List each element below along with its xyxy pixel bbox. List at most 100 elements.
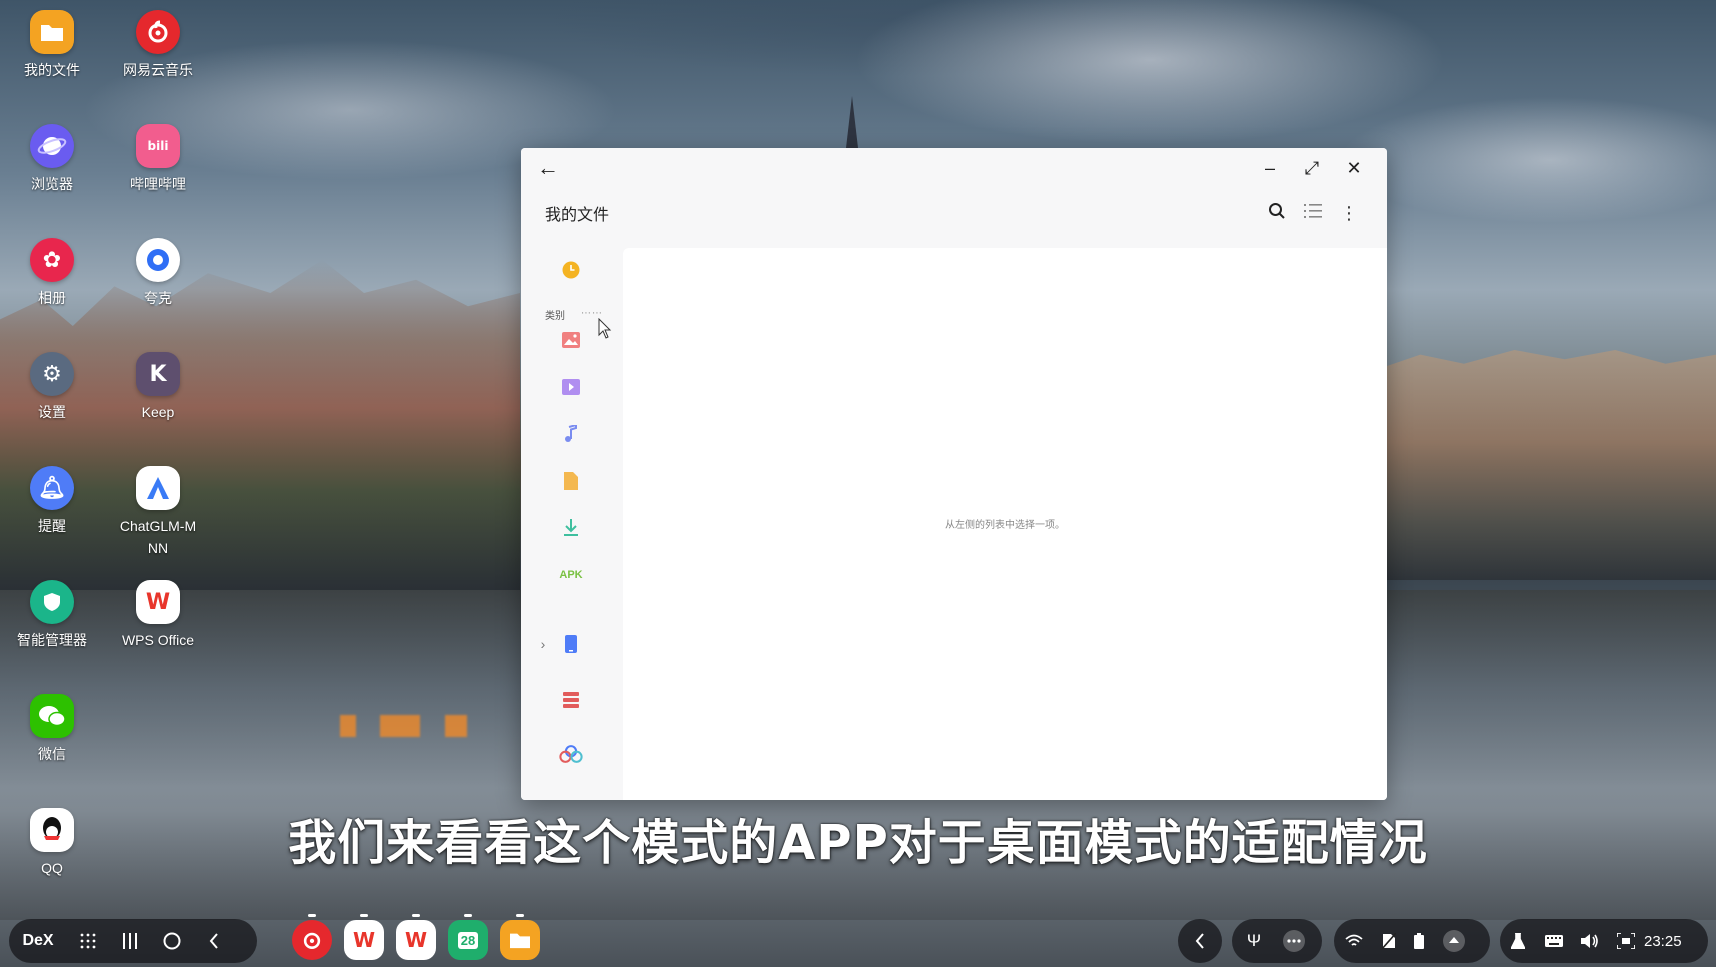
desktop-icon-label: 网易云音乐 (123, 62, 193, 78)
taskbar-nav-pill: DeX (9, 919, 257, 963)
desktop-icon-bilibili[interactable]: bili 哔哩哔哩 (108, 124, 208, 195)
clock[interactable]: 23:25 (1644, 933, 1682, 950)
running-indicator (464, 914, 472, 917)
desktop-icon-quark[interactable]: 夸克 (108, 238, 208, 309)
minimize-button[interactable]: – (1249, 158, 1291, 179)
dock-my-files[interactable] (500, 914, 540, 960)
running-indicator (308, 914, 316, 917)
more-notifications-icon[interactable] (1276, 929, 1312, 953)
bell-icon: 🔔︎ (30, 466, 74, 510)
videos-icon[interactable] (559, 375, 583, 399)
desktop-icon-keep[interactable]: K Keep (108, 352, 208, 423)
desktop-icon-label: 哔哩哔哩 (130, 176, 186, 192)
running-indicator (516, 914, 524, 917)
desktop-icon-label: 我的文件 (24, 62, 80, 78)
app-toolbar: 我的文件 ⋮ (521, 188, 1387, 238)
volume-icon[interactable] (1572, 933, 1608, 949)
back-icon[interactable] (193, 933, 235, 949)
screenshot-icon[interactable] (1608, 933, 1644, 949)
calendar-icon-day: 28 (457, 931, 479, 949)
running-indicator (412, 914, 420, 917)
netease-music-icon (303, 932, 321, 949)
apps-grid-icon[interactable] (67, 933, 109, 949)
device-care-icon (30, 580, 74, 624)
wallpaper-city-right (1380, 350, 1716, 580)
dock-calendar[interactable]: 28 (448, 914, 488, 960)
desktop-icon-label: 设置 (38, 404, 66, 420)
desktop-icon-gallery[interactable]: ✿ 相册 (2, 238, 102, 309)
wps-icon: W (352, 928, 376, 952)
apk-label: APK (559, 569, 583, 581)
expand-quick-panel-icon[interactable] (1434, 929, 1474, 953)
content-pane: 从左侧的列表中选择一项。 (623, 248, 1387, 800)
audio-icon[interactable] (559, 422, 583, 446)
category-label: 类别 (545, 311, 565, 322)
back-arrow-icon[interactable]: ← (537, 155, 559, 181)
wallpaper-light (445, 715, 467, 737)
wallpaper-light (340, 715, 356, 737)
chevron-right-icon[interactable]: › (537, 632, 549, 656)
desktop-icon-browser[interactable]: 浏览器 (2, 124, 102, 195)
close-button[interactable]: ✕ (1333, 158, 1375, 179)
internal-storage-icon[interactable] (559, 632, 583, 656)
desktop-icon-label: WPS Office (121, 632, 195, 648)
wallpaper-light (380, 715, 420, 737)
more-options-icon[interactable]: ⋮ (1331, 203, 1367, 224)
desktop-icon-wps[interactable]: W WPS Office (108, 580, 208, 651)
desktop-icon-label: 智能管理器 (17, 632, 87, 648)
desktop-icon-reminder[interactable]: 🔔︎ 提醒 (2, 466, 102, 537)
maximize-button[interactable]: ⤢ (1291, 158, 1333, 179)
desktop-icon-device-care[interactable]: 智能管理器 (2, 580, 102, 651)
dock-netease-music[interactable] (292, 914, 332, 960)
desktop-icon-label: 夸克 (144, 290, 172, 306)
taskbar-collapse-pill[interactable] (1178, 919, 1222, 963)
gallery-icon: ✿ (30, 238, 74, 282)
desktop-icon-chatglm[interactable]: ChatGLM-M NN (108, 466, 208, 559)
dock-wps-2[interactable]: W (396, 914, 436, 960)
wifi-icon[interactable] (1334, 934, 1374, 948)
window-titlebar[interactable]: ← – ⤢ ✕ (521, 148, 1387, 188)
storage-analysis-icon[interactable] (559, 688, 583, 712)
usb-icon[interactable]: Ψ (1232, 931, 1276, 951)
keep-icon: K (136, 352, 180, 396)
recent-icon[interactable] (559, 258, 583, 282)
cloud-icon[interactable] (559, 742, 583, 766)
wechat-icon (30, 694, 74, 738)
gear-icon: ⚙ (30, 352, 74, 396)
empty-state-message: 从左侧的列表中选择一项。 (945, 520, 1065, 531)
bilibili-icon: bili (136, 124, 180, 168)
desktop-icon-wechat[interactable]: 微信 (2, 694, 102, 765)
mouse-cursor (598, 317, 612, 345)
app-title: 我的文件 (545, 207, 610, 224)
desktop-icon-label: Keep (141, 404, 175, 420)
recents-icon[interactable] (109, 933, 151, 949)
keyboard-icon[interactable] (1536, 935, 1572, 947)
window-body: 类别 ⋯⋯ APK › 从左侧的列表中选择一项。 (521, 248, 1387, 800)
chevron-left-icon[interactable] (1195, 933, 1205, 949)
flask-icon[interactable] (1500, 933, 1536, 949)
my-files-window: ← – ⤢ ✕ 我的文件 ⋮ 类别 ⋯⋯ APK › 从左侧的列表中选择一项。 (521, 148, 1387, 800)
wps-icon: W (404, 928, 428, 952)
desktop-icon-label: 浏览器 (31, 176, 73, 192)
desktop-icon-my-files[interactable]: 我的文件 (2, 10, 102, 81)
desktop-icon-label: 提醒 (38, 518, 66, 534)
quark-icon (136, 238, 180, 282)
wps-icon: W (136, 580, 180, 624)
images-icon[interactable] (559, 328, 583, 352)
dex-button[interactable]: DeX (9, 932, 67, 950)
dock-wps[interactable]: W (344, 914, 384, 960)
no-sim-icon[interactable] (1374, 933, 1404, 949)
documents-icon[interactable] (559, 469, 583, 493)
desktop-icon-label: ChatGLM-M NN (119, 518, 197, 556)
folder-icon (510, 933, 530, 949)
home-icon[interactable] (151, 932, 193, 950)
running-indicator (360, 914, 368, 917)
battery-icon[interactable] (1404, 933, 1434, 949)
list-view-icon[interactable] (1295, 203, 1331, 224)
desktop-icon-settings[interactable]: ⚙ 设置 (2, 352, 102, 423)
desktop-icon-netease-music[interactable]: 网易云音乐 (108, 10, 208, 81)
downloads-icon[interactable] (559, 516, 583, 540)
browser-icon (30, 124, 74, 168)
search-icon[interactable] (1259, 202, 1295, 225)
apk-icon[interactable]: APK (551, 563, 591, 587)
